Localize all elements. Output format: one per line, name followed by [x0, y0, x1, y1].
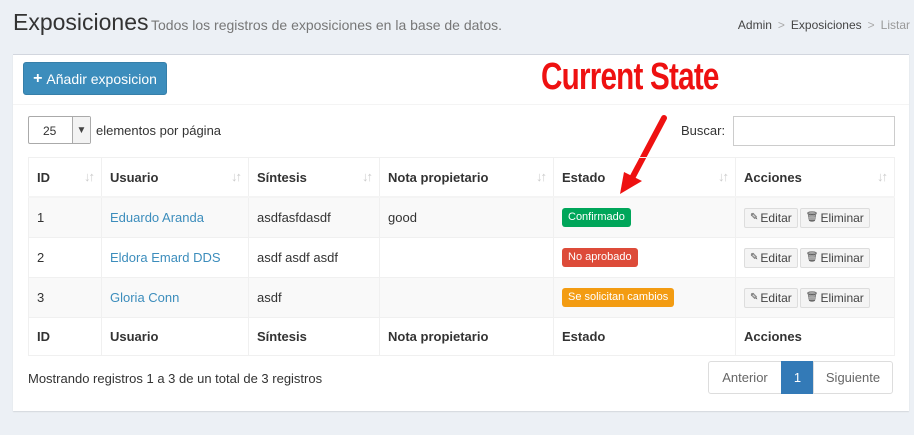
column-header-usuario[interactable]: Usuario ↓↑	[101, 157, 249, 198]
box-header-divider	[13, 104, 909, 105]
chevron-down-icon: ▼	[72, 117, 90, 143]
table-row: 1 Eduardo Aranda asdfasfdasdf good Confi…	[28, 196, 895, 238]
edit-icon: ✎	[750, 292, 759, 303]
annotation-text: Current State	[541, 56, 719, 98]
plus-icon: +	[33, 69, 43, 87]
footer-header-usuario: Usuario	[101, 317, 249, 356]
delete-button[interactable]: 🗑 Eliminar	[799, 207, 870, 228]
pagination: Anterior 1 Siguiente	[708, 361, 893, 394]
edit-button[interactable]: ✎ Editar	[744, 247, 798, 268]
cell-sintesis: asdfasfdasdf	[248, 196, 380, 238]
breadcrumb-exposiciones[interactable]: Exposiciones	[791, 18, 862, 32]
table-row: 3 Gloria Conn asdf Se solicitan cambios …	[28, 277, 895, 318]
page-length-select[interactable]: 25 ▼	[28, 116, 91, 144]
usuario-link[interactable]: Gloria Conn	[110, 290, 179, 305]
trash-icon: 🗑	[805, 212, 819, 223]
trash-icon: 🗑	[805, 292, 819, 303]
usuario-link[interactable]: Eldora Emard DDS	[110, 250, 221, 265]
page-subtitle: Todos los registros de exposiciones en l…	[151, 17, 502, 33]
edit-icon: ✎	[750, 252, 759, 263]
sort-icon: ↓↑	[536, 169, 547, 184]
search-label: Buscar:	[681, 123, 726, 138]
column-header-id[interactable]: ID ↓↑	[28, 157, 102, 198]
cell-nota	[379, 237, 554, 278]
sort-icon: ↓↑	[84, 169, 95, 184]
next-page-button[interactable]: Siguiente	[813, 361, 893, 394]
add-exposicion-button[interactable]: + Añadir exposicion	[23, 62, 167, 95]
cell-sintesis: asdf asdf asdf	[248, 237, 380, 278]
status-badge: No aprobado	[562, 248, 638, 267]
add-exposicion-label: Añadir exposicion	[46, 70, 157, 87]
cell-id: 1	[28, 196, 102, 238]
cell-id: 3	[28, 277, 102, 318]
prev-page-button[interactable]: Anterior	[708, 361, 782, 394]
breadcrumb-separator-icon: >	[867, 18, 875, 32]
sort-icon: ↓↑	[877, 169, 888, 184]
table-row: 2 Eldora Emard DDS asdf asdf asdf No apr…	[28, 237, 895, 278]
sort-icon: ↓↑	[718, 169, 729, 184]
cell-id: 2	[28, 237, 102, 278]
usuario-link[interactable]: Eduardo Aranda	[110, 210, 204, 225]
edit-button[interactable]: ✎ Editar	[744, 207, 798, 228]
page-title: Exposiciones	[13, 9, 149, 35]
breadcrumb-current: Listar	[880, 18, 910, 32]
footer-header-acciones: Acciones	[735, 317, 895, 356]
footer-header-id: ID	[28, 317, 102, 356]
cell-nota	[379, 277, 554, 318]
status-badge: Se solicitan cambios	[562, 288, 675, 307]
breadcrumb: Admin > Exposiciones > Listar	[738, 18, 910, 32]
breadcrumb-separator-icon: >	[777, 18, 785, 32]
status-badge: Confirmado	[562, 208, 631, 227]
column-header-nota[interactable]: Nota propietario ↓↑	[379, 157, 554, 198]
footer-header-estado: Estado	[553, 317, 736, 356]
cell-sintesis: asdf	[248, 277, 380, 318]
cell-nota: good	[379, 196, 554, 238]
footer-header-nota: Nota propietario	[379, 317, 554, 356]
column-header-estado[interactable]: Estado ↓↑	[553, 157, 736, 198]
footer-header-sintesis: Síntesis	[248, 317, 380, 356]
exposiciones-table: ID ↓↑ Usuario ↓↑ Síntesis ↓↑ Nota propietar…	[28, 157, 895, 356]
column-header-sintesis[interactable]: Síntesis ↓↑	[248, 157, 380, 198]
edit-button[interactable]: ✎ Editar	[744, 287, 798, 308]
page-1-button[interactable]: 1	[781, 361, 814, 394]
breadcrumb-admin[interactable]: Admin	[738, 18, 772, 32]
column-header-acciones[interactable]: Acciones ↓↑	[735, 157, 895, 198]
page-length-label: elementos por página	[96, 123, 222, 138]
table-info: Mostrando registros 1 a 3 de un total de…	[28, 371, 323, 386]
edit-icon: ✎	[750, 212, 759, 223]
sort-icon: ↓↑	[362, 169, 373, 184]
search-input[interactable]	[733, 116, 895, 146]
sort-icon: ↓↑	[231, 169, 242, 184]
page-length-value: 25	[43, 124, 57, 138]
trash-icon: 🗑	[805, 252, 819, 263]
delete-button[interactable]: 🗑 Eliminar	[799, 247, 870, 268]
delete-button[interactable]: 🗑 Eliminar	[799, 287, 870, 308]
